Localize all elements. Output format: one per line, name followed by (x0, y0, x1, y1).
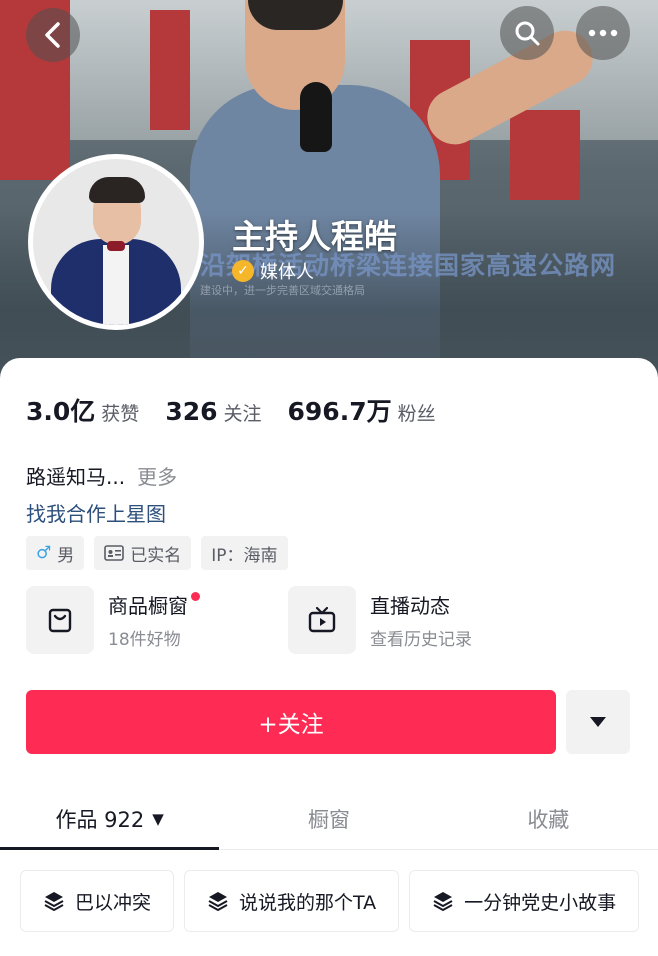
profile-name: 主持人程皓 (232, 217, 397, 256)
triangle-down-icon (590, 717, 606, 727)
tags-row: ♂ 男 已实名 IP：海南 (26, 536, 288, 570)
followers-count[interactable]: 696.7万 (288, 392, 392, 428)
search-button[interactable] (500, 6, 554, 60)
verified-label: ✓ 媒体人 (232, 258, 314, 284)
realname-text: 已实名 (130, 545, 182, 566)
caret-down-icon: ▼ (152, 809, 164, 828)
likes-label: 获赞 (101, 403, 140, 425)
layers-icon (208, 892, 228, 912)
back-button[interactable] (26, 8, 80, 62)
bio-text: 路遥知马... (26, 465, 126, 489)
collection-label: 一分钟党史小故事 (464, 891, 617, 914)
bio: 路遥知马... 更多 (26, 461, 177, 490)
tab-favorites[interactable]: 收藏 (439, 788, 658, 849)
profile-card: 3.0亿 获赞 326 关注 696.7万 粉丝 路遥知马... 更多 找我合作上… (0, 358, 658, 956)
stats-row: 3.0亿 获赞 326 关注 696.7万 粉丝 (26, 392, 462, 428)
live-history-entry[interactable]: 直播动态 查看历史记录 (288, 586, 550, 654)
collection-chip[interactable]: 说说我的那个TA (184, 870, 400, 932)
following-label[interactable]: 关注 (224, 399, 262, 426)
live-history-title: 直播动态 (370, 594, 450, 618)
ip-tag: IP：海南 (201, 536, 288, 570)
avatar-hair (89, 177, 145, 203)
layers-icon (44, 892, 64, 912)
more-button[interactable] (576, 6, 630, 60)
live-history-sub: 查看历史记录 (370, 630, 472, 650)
id-card-icon (104, 545, 125, 561)
collection-label: 巴以冲突 (75, 891, 152, 914)
tab-showcase[interactable]: 橱窗 (219, 788, 438, 849)
avatar-image (33, 159, 199, 325)
bio-more-link[interactable]: 更多 (137, 465, 177, 489)
tab-works-label: 作品 922 (55, 807, 145, 832)
follow-button[interactable]: +关注 (26, 690, 556, 754)
likes-count: 3.0亿 (26, 397, 96, 426)
tab-works[interactable]: 作品 922 ▼ (0, 788, 220, 850)
collection-chip[interactable]: 巴以冲突 (20, 870, 175, 932)
ip-text: IP：海南 (211, 545, 278, 566)
shopping-bag-icon (26, 586, 94, 654)
shop-window-title-text: 商品橱窗 (108, 594, 188, 618)
banner-caption-small: 建设中，进一步完善区域交通格局 (200, 284, 365, 297)
verified-text: 媒体人 (260, 262, 314, 283)
tab-favorites-label: 收藏 (527, 807, 570, 832)
features-row: 商品橱窗 18件好物 直播动态 查看历史记录 (26, 586, 550, 654)
male-icon: ♂ (36, 543, 52, 563)
banner-crane (150, 10, 190, 130)
gender-text: 男 (57, 545, 75, 566)
notification-dot (191, 592, 200, 601)
banner-microphone (300, 82, 332, 152)
banner-person-hair (248, 0, 343, 30)
recommend-dropdown-button[interactable] (566, 690, 630, 754)
following-count[interactable]: 326 (165, 397, 217, 426)
shop-window-text: 商品橱窗 18件好物 (108, 590, 200, 650)
collection-chip[interactable]: 一分钟党史小故事 (409, 870, 640, 932)
shop-window-title: 商品橱窗 (108, 590, 200, 619)
shop-window-sub: 18件好物 (108, 630, 181, 650)
banner-crane (510, 110, 580, 200)
layers-icon (433, 892, 453, 912)
gender-tag: ♂ 男 (26, 536, 85, 570)
avatar-shirt (103, 245, 129, 325)
content-tabs: 作品 922 ▼ 橱窗 收藏 (0, 788, 658, 850)
tv-icon (288, 586, 356, 654)
avatar-bowtie (107, 241, 125, 251)
avatar[interactable] (28, 154, 204, 330)
search-icon (515, 21, 540, 46)
collab-link[interactable]: 找我合作上星图 (26, 498, 166, 527)
more-dots-icon (588, 29, 618, 37)
followers-label[interactable]: 粉丝 (398, 399, 436, 426)
realname-tag: 已实名 (94, 536, 192, 570)
tab-showcase-label: 橱窗 (307, 807, 350, 832)
live-history-text: 直播动态 查看历史记录 (370, 590, 472, 650)
verified-check-icon: ✓ (232, 260, 254, 282)
collection-label: 说说我的那个TA (239, 891, 377, 914)
shop-window-entry[interactable]: 商品橱窗 18件好物 (26, 586, 288, 654)
chevron-left-icon (45, 22, 60, 48)
collections-row: 巴以冲突 说说我的那个TA 一分钟党史小故事 (20, 870, 640, 932)
